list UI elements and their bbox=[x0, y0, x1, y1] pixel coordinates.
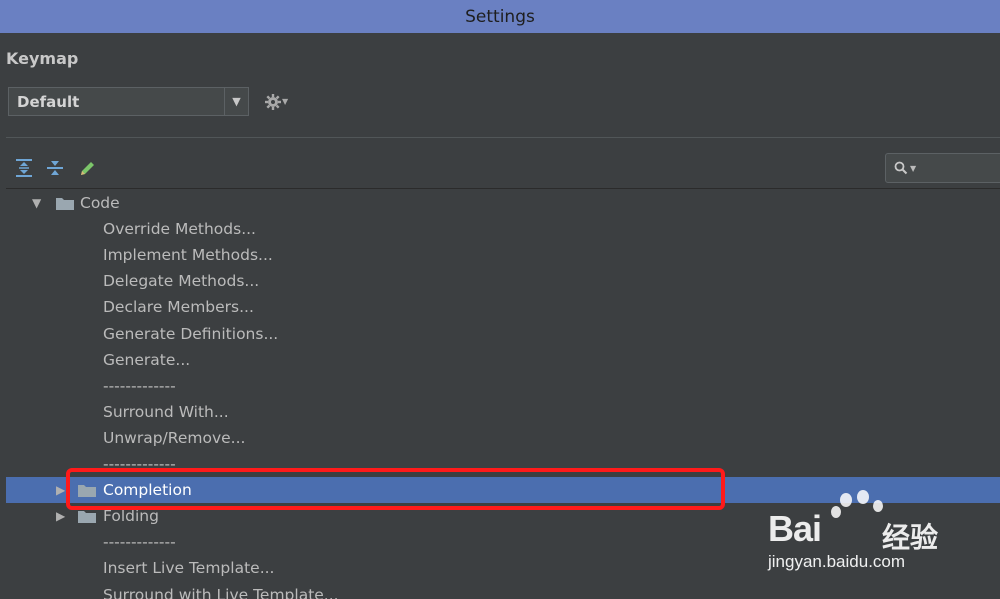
tree-action-row[interactable]: Unwrap/Remove... bbox=[6, 425, 1000, 451]
tree-row-label: Generate Definitions... bbox=[103, 325, 278, 343]
expand-arrow-icon[interactable]: ▼ bbox=[32, 196, 41, 210]
dropdown-arrow-icon[interactable]: ▼ bbox=[224, 88, 248, 115]
keymap-scheme-value: Default bbox=[9, 93, 224, 111]
tree-action-row[interactable]: Override Methods... bbox=[6, 216, 1000, 242]
section-title: Keymap bbox=[6, 49, 78, 68]
tree-separator-row: ------------- bbox=[6, 529, 1000, 555]
edit-icon[interactable] bbox=[78, 158, 96, 178]
tree-row-label: Generate... bbox=[103, 351, 190, 369]
tree-action-row[interactable]: Generate... bbox=[6, 347, 1000, 373]
tree-row-label: Declare Members... bbox=[103, 298, 254, 316]
folder-icon bbox=[56, 196, 74, 210]
tree-action-row[interactable]: Surround with Live Template... bbox=[6, 582, 1000, 599]
tree-row-label: ------------- bbox=[103, 533, 176, 551]
tree-row-label: Insert Live Template... bbox=[103, 559, 274, 577]
keymap-actions-tree[interactable]: ▼ Code Override Methods... Implement Method… bbox=[6, 188, 1000, 599]
tree-folder-row[interactable]: ▼ Code bbox=[6, 190, 1000, 216]
gear-icon[interactable]: ▼ bbox=[264, 92, 288, 112]
divider bbox=[6, 137, 1000, 138]
highlight-annotation bbox=[66, 468, 725, 510]
tree-row-label: Override Methods... bbox=[103, 220, 256, 238]
tree-row-label: Implement Methods... bbox=[103, 246, 273, 264]
tree-separator-row: ------------- bbox=[6, 373, 1000, 399]
tree-action-row[interactable]: Implement Methods... bbox=[6, 242, 1000, 268]
tree-action-row[interactable]: Surround With... bbox=[6, 399, 1000, 425]
tree-action-row[interactable]: Declare Members... bbox=[6, 294, 1000, 320]
tree-row-label: ------------- bbox=[103, 377, 176, 395]
tree-row-label: Surround with Live Template... bbox=[103, 586, 339, 599]
tree-row-label: Code bbox=[80, 194, 120, 212]
keymap-scheme-select[interactable]: Default ▼ bbox=[8, 87, 249, 116]
collapse-all-icon[interactable] bbox=[46, 158, 64, 178]
search-options-chevron-icon: ▼ bbox=[910, 164, 916, 173]
collapse-arrow-icon[interactable]: ▶ bbox=[56, 483, 65, 497]
window-title: Settings bbox=[465, 7, 535, 27]
search-icon bbox=[894, 161, 908, 175]
title-bar: Settings bbox=[0, 0, 1000, 33]
tree-row-label: Delegate Methods... bbox=[103, 272, 259, 290]
expand-all-icon[interactable] bbox=[15, 158, 33, 178]
search-input[interactable]: ▼ bbox=[885, 153, 1000, 183]
tree-action-row[interactable]: Insert Live Template... bbox=[6, 555, 1000, 581]
tree-row-label: Unwrap/Remove... bbox=[103, 429, 245, 447]
tree-row-label: Surround With... bbox=[103, 403, 229, 421]
tree-action-row[interactable]: Generate Definitions... bbox=[6, 321, 1000, 347]
tree-action-row[interactable]: Delegate Methods... bbox=[6, 268, 1000, 294]
collapse-arrow-icon[interactable]: ▶ bbox=[56, 509, 65, 523]
chevron-down-icon: ▼ bbox=[282, 97, 288, 106]
folder-icon bbox=[78, 509, 96, 523]
